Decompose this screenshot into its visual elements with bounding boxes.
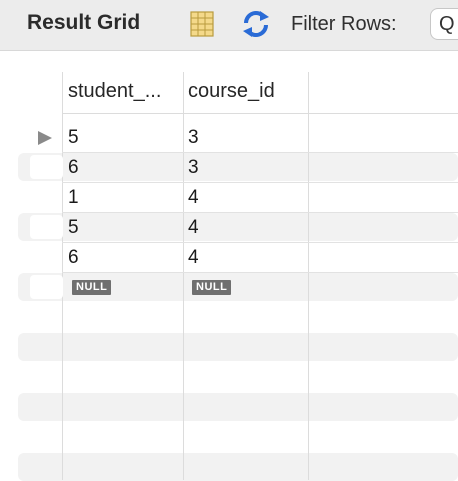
cell-student-id[interactable]: 1 [68,183,79,213]
cell-course-id[interactable]: 4 [188,183,199,213]
row-band [18,453,458,481]
null-badge-course[interactable]: NULL [192,280,232,295]
result-grid-toolbar: Result Grid Filter Rows: Q [0,0,458,51]
cell-course-id[interactable]: 4 [188,213,199,243]
refresh-icon[interactable] [240,9,272,39]
row-band [18,393,458,421]
cell-course-id[interactable]: 3 [188,153,199,183]
row-selector[interactable] [30,155,63,179]
row-band [18,153,458,181]
grid-header: student_... course_id [62,71,458,114]
filter-rows-input-text: Q [439,13,455,35]
cell-course-id[interactable]: 3 [188,123,199,153]
cell-student-id[interactable]: 5 [68,123,79,153]
row-divider [62,152,458,153]
grid-view-icon[interactable] [188,10,216,38]
column-divider[interactable] [308,72,309,480]
current-row-arrow-icon [38,131,52,145]
column-divider[interactable] [183,72,184,480]
filter-rows-label: Filter Rows: [291,13,397,35]
column-header-student[interactable]: student_... [68,71,183,111]
result-grid: student_... course_id 5 3 6 3 1 4 5 4 6 … [0,51,458,481]
row-divider [62,242,458,243]
row-selector[interactable] [30,215,63,239]
column-header-course-id[interactable]: course_id [188,71,308,111]
row-divider [62,212,458,213]
row-band [18,333,458,361]
filter-rows-input[interactable]: Q [430,8,458,40]
result-grid-title: Result Grid [27,11,141,34]
cell-student-id[interactable]: 6 [68,153,79,183]
cell-course-id[interactable]: 4 [188,243,199,273]
row-band [18,213,458,241]
null-badge-student[interactable]: NULL [72,280,112,295]
row-divider [62,272,458,273]
cell-student-id[interactable]: 5 [68,213,79,243]
cell-student-id[interactable]: 6 [68,243,79,273]
row-divider [62,182,458,183]
row-selector[interactable] [30,275,63,299]
